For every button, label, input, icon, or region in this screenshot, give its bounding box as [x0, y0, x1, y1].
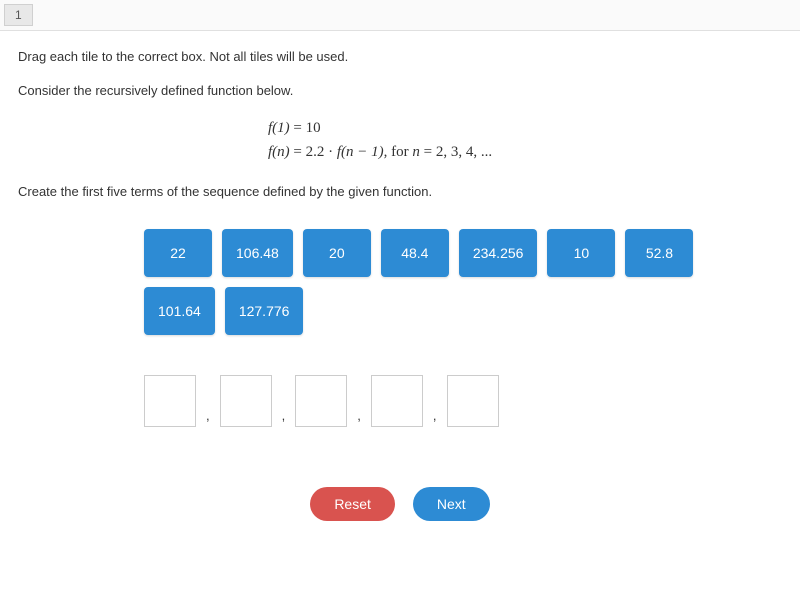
separator: , — [357, 408, 361, 423]
math-fn-1: f(1) — [268, 120, 290, 136]
math-eq-1: = — [290, 120, 306, 136]
math-var-n: n — [412, 144, 420, 160]
separator: , — [433, 408, 437, 423]
tiles-container: 22 106.48 20 48.4 234.256 10 52.8 101.64… — [18, 229, 782, 335]
next-button[interactable]: Next — [413, 487, 490, 521]
separator: , — [206, 408, 210, 423]
math-tail-2: , for — [384, 144, 413, 160]
reset-button[interactable]: Reset — [310, 487, 395, 521]
math-vals-2: = 2, 3, 4, ... — [420, 144, 492, 160]
drop-slot-2[interactable] — [220, 375, 272, 427]
drop-slot-3[interactable] — [295, 375, 347, 427]
tile[interactable]: 10 — [547, 229, 615, 277]
instructions-block: Drag each tile to the correct box. Not a… — [18, 47, 782, 100]
tile[interactable]: 22 — [144, 229, 212, 277]
tile[interactable]: 52.8 — [625, 229, 693, 277]
question-bar: 1 — [0, 0, 800, 31]
tile[interactable]: 20 — [303, 229, 371, 277]
instruction-line-1: Drag each tile to the correct box. Not a… — [18, 47, 782, 67]
subprompt: Create the first five terms of the seque… — [18, 184, 782, 199]
drop-target-row: , , , , — [18, 375, 782, 427]
math-mid-2: 2.2 · — [306, 144, 337, 160]
math-fn-recur: f(n − 1) — [337, 144, 384, 160]
math-fn-2: f(n) — [268, 144, 290, 160]
tile[interactable]: 234.256 — [459, 229, 538, 277]
separator: , — [282, 408, 286, 423]
tile[interactable]: 127.776 — [225, 287, 304, 335]
instruction-line-2: Consider the recursively defined functio… — [18, 81, 782, 101]
drop-slot-5[interactable] — [447, 375, 499, 427]
math-line-2: f(n) = 2.2 · f(n − 1), for n = 2, 3, 4, … — [268, 140, 782, 164]
drop-slot-4[interactable] — [371, 375, 423, 427]
drop-slot-1[interactable] — [144, 375, 196, 427]
question-number-tab[interactable]: 1 — [4, 4, 33, 26]
tile[interactable]: 101.64 — [144, 287, 215, 335]
tile[interactable]: 48.4 — [381, 229, 449, 277]
tile[interactable]: 106.48 — [222, 229, 293, 277]
math-line-1: f(1) = 10 — [268, 116, 782, 140]
button-row: Reset Next — [18, 487, 782, 521]
math-eq-2: = — [290, 144, 306, 160]
math-definition: f(1) = 10 f(n) = 2.2 · f(n − 1), for n =… — [18, 116, 782, 164]
math-rhs-1: 10 — [306, 120, 321, 136]
question-content: Drag each tile to the correct box. Not a… — [0, 31, 800, 537]
